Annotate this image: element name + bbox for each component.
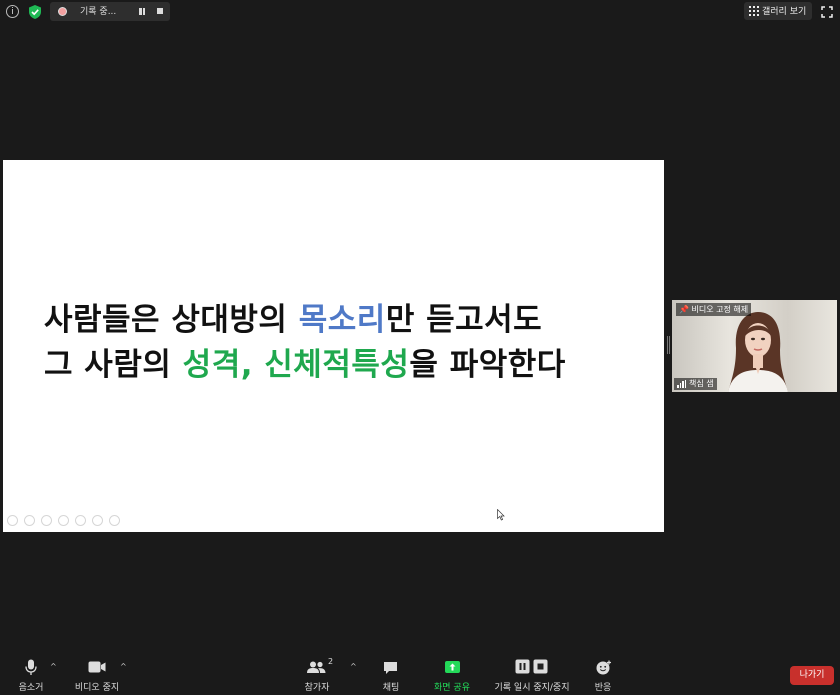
slide-line-2-part-a: 그 사람의	[44, 347, 183, 383]
grid-icon	[749, 6, 759, 16]
pen-icon[interactable]	[41, 515, 52, 526]
share-screen-label: 화면 공유	[434, 683, 470, 693]
subtitle-icon[interactable]	[92, 515, 103, 526]
unpin-video-button[interactable]: 📌 비디오 고정 해제	[676, 303, 752, 316]
info-icon[interactable]: i	[6, 5, 19, 18]
cursor-icon	[497, 509, 505, 521]
slides-icon[interactable]	[58, 515, 69, 526]
reactions-icon	[596, 660, 611, 675]
microphone-icon	[25, 659, 37, 675]
slide-line-1-part-a: 사람들은 상대방의	[44, 302, 299, 338]
stop-video-label: 비디오 중지	[74, 683, 120, 693]
fullscreen-icon[interactable]	[821, 6, 833, 18]
next-slide-icon[interactable]	[24, 515, 35, 526]
participant-image	[728, 312, 788, 392]
participants-label: 참가자	[304, 683, 330, 693]
gallery-view-button[interactable]: 갤러리 보기	[744, 2, 812, 20]
pause-recording-icon[interactable]	[138, 8, 146, 15]
chat-button[interactable]: 채팅	[378, 657, 404, 693]
recording-label: 기록 중...	[80, 7, 117, 17]
mute-label: 음소거	[18, 683, 44, 693]
stop-recording-icon[interactable]	[157, 8, 163, 14]
stop-video-button[interactable]: 비디오 중지	[74, 657, 120, 693]
slide-line-1-part-c: 만 듣고서도	[385, 302, 543, 338]
video-camera-icon	[88, 661, 106, 673]
reactions-label: 반응	[594, 683, 612, 693]
slide-line-2: 그 사람의 성격, 신체적특성을 파악한다	[44, 343, 644, 388]
chat-icon	[384, 662, 397, 674]
share-screen-icon	[445, 661, 460, 673]
prev-slide-icon[interactable]	[7, 515, 18, 526]
participants-count: 2	[328, 657, 334, 666]
zoom-icon[interactable]	[75, 515, 86, 526]
chat-label: 채팅	[382, 683, 400, 693]
video-options-chevron-icon[interactable]: ^	[120, 662, 127, 671]
share-screen-button[interactable]: 화면 공유	[432, 657, 472, 693]
shield-icon[interactable]	[28, 4, 42, 20]
slideshow-controls	[7, 515, 120, 527]
record-controls-label: 기록 일시 중지/중지	[494, 683, 570, 693]
resize-handle[interactable]	[667, 336, 670, 354]
reactions-button[interactable]: 반응	[590, 657, 616, 693]
participant-video[interactable]: 📌 비디오 고정 해제 책심 샘	[672, 300, 837, 392]
recording-dot-icon	[58, 7, 67, 16]
more-icon[interactable]	[109, 515, 120, 526]
leave-button[interactable]: 나가기	[790, 666, 834, 685]
audio-options-chevron-icon[interactable]: ^	[50, 662, 57, 671]
participants-button[interactable]: 2 참가자	[302, 657, 334, 693]
slide-line-1: 사람들은 상대방의 목소리만 듣고서도	[44, 298, 644, 343]
mute-button[interactable]: 음소거	[16, 657, 46, 693]
shared-screen: 사람들은 상대방의 목소리만 듣고서도 그 사람의 성격, 신체적특성을 파악한…	[3, 160, 664, 532]
participant-name-tag: 책심 샘	[674, 378, 717, 390]
slide-line-2-part-c: 을 파악한다	[409, 347, 566, 383]
participant-name: 책심 샘	[689, 379, 714, 388]
pin-icon: 📌	[679, 305, 689, 314]
pause-stop-recording-button[interactable]: 기록 일시 중지/중지	[495, 657, 570, 693]
slide-highlight-voice: 목소리	[298, 302, 386, 338]
slide-text: 사람들은 상대방의 목소리만 듣고서도 그 사람의 성격, 신체적특성을 파악한…	[44, 298, 644, 388]
recording-indicator: 기록 중...	[50, 2, 170, 21]
participants-options-chevron-icon[interactable]: ^	[350, 662, 357, 671]
unpin-video-label: 비디오 고정 해제	[691, 305, 749, 314]
participants-icon	[307, 661, 326, 673]
record-controls-icon	[515, 659, 548, 674]
signal-icon	[677, 380, 686, 388]
slide-highlight-traits: 성격, 신체적특성	[182, 347, 410, 383]
gallery-view-label: 갤러리 보기	[762, 7, 807, 17]
